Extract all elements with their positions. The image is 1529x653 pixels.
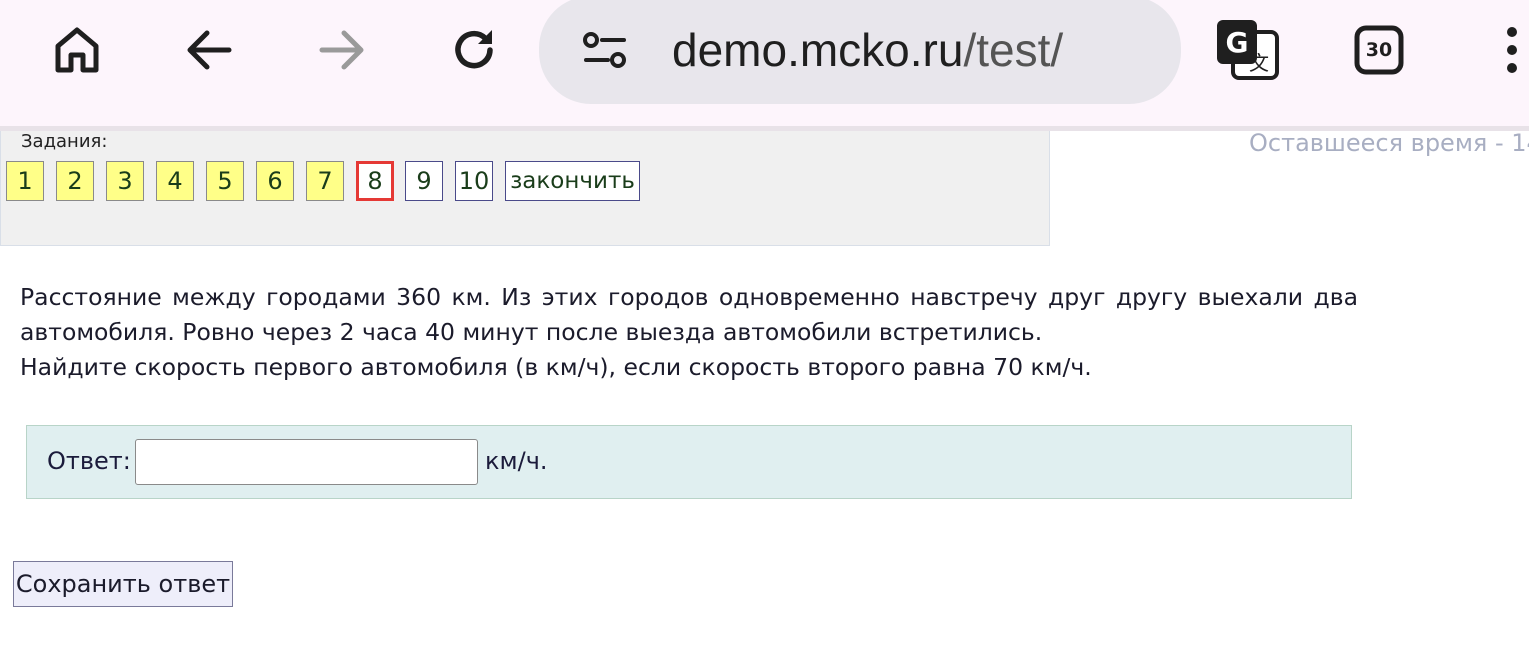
answer-label: Ответ: xyxy=(47,447,131,475)
question-line: Найдите скорость первого автомобиля (в к… xyxy=(20,353,1092,381)
task-button-7[interactable]: 7 xyxy=(306,161,344,201)
translate-icon[interactable]: G 文 xyxy=(1215,18,1279,80)
home-icon[interactable] xyxy=(52,24,102,74)
task-button-8[interactable]: 8 xyxy=(356,161,394,201)
site-settings-icon[interactable] xyxy=(582,31,628,71)
reload-icon[interactable] xyxy=(448,24,500,76)
answer-input[interactable] xyxy=(135,439,478,485)
svg-text:G: G xyxy=(1226,26,1249,59)
question-line: Расстояние между городами 360 км. Из эти… xyxy=(20,283,1358,311)
task-button-9[interactable]: 9 xyxy=(405,161,443,201)
url-path: /test/ xyxy=(963,24,1064,76)
task-button-1[interactable]: 1 xyxy=(6,161,44,201)
question-line: автомобиля. Ровно через 2 часа 40 минут … xyxy=(20,318,1043,346)
task-button-4[interactable]: 4 xyxy=(156,161,194,201)
tab-count: 30 xyxy=(1365,39,1393,61)
tasks-label: Задания: xyxy=(21,131,108,152)
save-answer-button[interactable]: Сохранить ответ xyxy=(13,561,233,607)
answer-unit: км/ч. xyxy=(485,447,548,475)
url-host: demo.mcko.ru xyxy=(672,24,964,76)
task-button-6[interactable]: 6 xyxy=(256,161,294,201)
finish-button[interactable]: закончить xyxy=(505,161,640,201)
tabs-icon[interactable]: 30 xyxy=(1354,25,1404,75)
task-button-2[interactable]: 2 xyxy=(56,161,94,201)
forward-icon[interactable] xyxy=(316,25,366,75)
task-button-3[interactable]: 3 xyxy=(106,161,144,201)
task-button-10[interactable]: 10 xyxy=(455,161,493,201)
more-menu-icon[interactable] xyxy=(1500,24,1524,76)
question-text: Расстояние между городами 360 км. Из эти… xyxy=(20,280,1358,385)
svg-text:文: 文 xyxy=(1249,51,1269,75)
remaining-time: Оставшееся время - 14 xyxy=(1249,129,1529,157)
task-button-5[interactable]: 5 xyxy=(206,161,244,201)
url-text[interactable]: demo.mcko.ru/test/ xyxy=(672,22,1063,78)
back-icon[interactable] xyxy=(185,25,235,75)
